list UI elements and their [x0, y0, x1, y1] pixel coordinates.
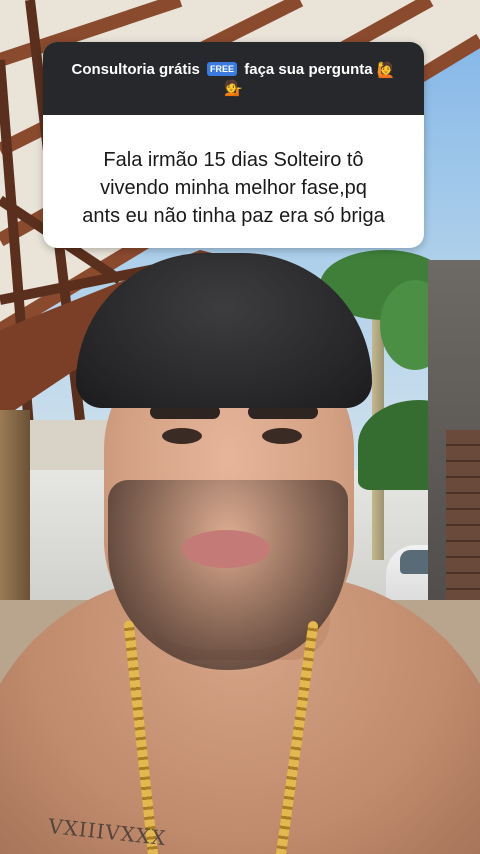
sticker-header: Consultoria grátis FREE faça sua pergunt… [43, 42, 424, 115]
sticker-title-line2: 💁 [43, 79, 424, 98]
person-raising-hand-icon: 🙋 [376, 62, 396, 79]
right-eye [262, 428, 302, 444]
mouth [182, 530, 270, 568]
free-badge-icon: FREE [207, 62, 238, 76]
sticker-title: Consultoria grátis FREE faça sua pergunt… [43, 61, 424, 79]
left-eye [162, 428, 202, 444]
person-tipping-hand-icon: 💁 [224, 80, 243, 97]
question-line: ants eu não tinha paz era só briga [82, 205, 385, 227]
black-cap [76, 253, 372, 408]
question-line: Fala irmão 15 dias Solteiro tô [103, 149, 364, 171]
question-sticker[interactable]: Consultoria grátis FREE faça sua pergunt… [43, 42, 424, 248]
sticker-title-prefix: Consultoria grátis [71, 61, 200, 78]
sticker-title-suffix: faça sua pergunta [244, 61, 373, 78]
question-text: Fala irmão 15 dias Solteiro tô vivendo m… [63, 146, 404, 230]
question-line: vivendo minha melhor fase,pq [100, 177, 367, 199]
